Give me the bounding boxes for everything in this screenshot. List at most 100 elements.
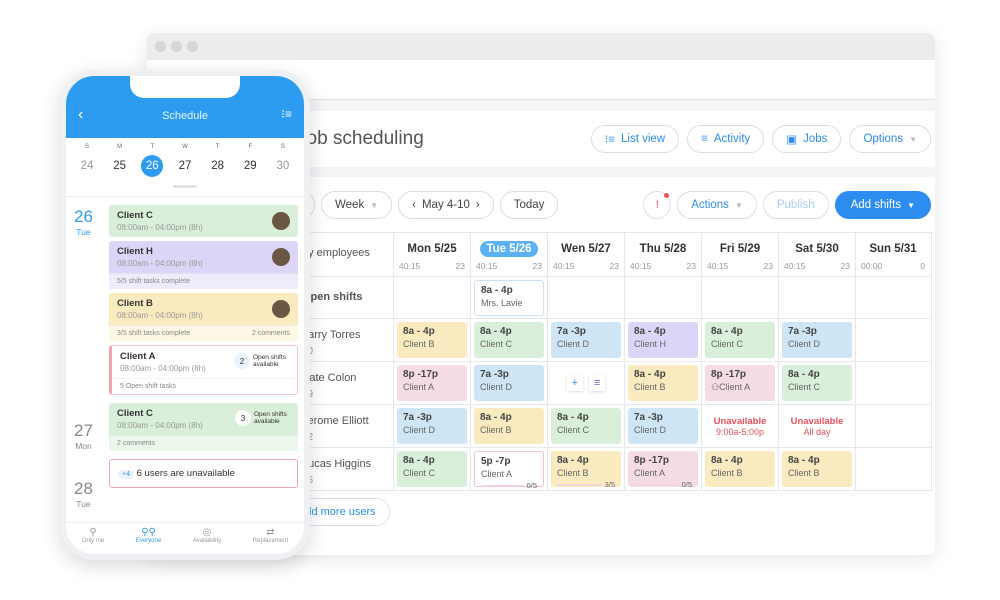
shift-block[interactable]: 8a - 4p Client C (782, 365, 852, 401)
week-day[interactable]: T 28 (205, 144, 231, 177)
week-day[interactable]: S 24 (74, 144, 100, 177)
day-header: Thu 5/28 40:15 23 (624, 233, 701, 276)
window-maximize-dot[interactable] (187, 41, 198, 52)
shift-time: 8a - 4p (557, 455, 589, 466)
shift-block[interactable]: 8a - 4p Client H (628, 322, 698, 358)
shift-block[interactable]: 7a -3p Client D (397, 408, 467, 444)
publish-button[interactable]: Publish (762, 191, 829, 219)
jobs-button[interactable]: ▣ Jobs (772, 125, 842, 153)
day-cell[interactable]: 7a -3p Client D (778, 319, 855, 361)
day-cell[interactable]: 7a -3p Client D (547, 319, 624, 361)
day-cell[interactable] (855, 405, 930, 447)
open-shift-card[interactable]: Client C 08:00am - 04:00pm (8h) 3 Open shif… (109, 403, 298, 451)
shift-block[interactable]: 8a - 4p Client B 3/5 (551, 451, 621, 489)
day-cell[interactable]: 8p -17p ⚇Client A (701, 362, 778, 404)
group-by-select[interactable]: by employees (296, 233, 393, 276)
view-select[interactable]: Week ▼ (321, 191, 393, 219)
actions-button[interactable]: Actions ▼ (677, 191, 757, 219)
day-cell[interactable]: + ≡ (547, 362, 624, 404)
shift-client: Client B (480, 425, 512, 435)
day-cell[interactable]: 8a - 4p Client B (393, 319, 470, 361)
week-day[interactable]: S 30 (270, 144, 296, 177)
week-day[interactable]: F 29 (237, 144, 263, 177)
day-cell[interactable]: 8a - 4p Client B (624, 362, 701, 404)
shift-block[interactable]: 7a -3p Client D (782, 322, 852, 358)
day-label[interactable]: Tue 5/26 (480, 241, 538, 257)
day-cell[interactable]: 8a - 4p Client B (778, 448, 855, 490)
shift-block[interactable]: 8a - 4p Client C (474, 322, 544, 358)
shift-block[interactable]: 8a - 4p Client C (705, 322, 775, 358)
open-shift-card[interactable]: Client A 08:00am - 04:00pm (8h) 2 Open shif… (109, 345, 298, 395)
shift-block[interactable]: 7a -3p Client D (628, 408, 698, 444)
shift-block[interactable]: 7a -3p Client D (474, 365, 544, 401)
day-cell[interactable] (855, 362, 930, 404)
shift-block[interactable]: 7a -3p Client D (551, 322, 621, 358)
tab-only-me[interactable]: ⚲ Only me (82, 527, 104, 554)
shift-block[interactable]: 8a - 4p Client B (474, 408, 544, 444)
day-label[interactable]: Thu 5/28 (634, 241, 693, 257)
day-cell[interactable]: Unavailable All day (778, 405, 855, 447)
options-button[interactable]: Options ▼ (849, 125, 931, 153)
today-button[interactable]: Today (499, 191, 559, 219)
shift-block[interactable]: 8p -17p ⚇Client A (705, 365, 775, 401)
shift-card[interactable]: Client C 08:00am - 04:00pm (8h) (109, 205, 298, 237)
day-label[interactable]: Mon 5/25 (401, 241, 462, 257)
day-label[interactable]: Sat 5/30 (789, 241, 844, 257)
window-minimize-dot[interactable] (171, 41, 182, 52)
chevron-left-icon[interactable]: ‹ (412, 199, 416, 211)
day-cell[interactable] (855, 319, 930, 361)
day-cell[interactable]: 7a -3p Client D (393, 405, 470, 447)
date-range-nav[interactable]: ‹ May 4-10 › (398, 191, 494, 219)
shift-block[interactable]: 8a - 4p Client B (628, 365, 698, 401)
tab-availability[interactable]: ◎ Availability (193, 527, 221, 554)
activity-button[interactable]: ≡ Activity (687, 125, 765, 153)
open-shift[interactable]: 8a - 4p Mrs. Lavie (474, 280, 544, 316)
tab-replacement[interactable]: ⇄ Replacement (253, 527, 288, 554)
day-cell[interactable]: 8a - 4p Client B 3/5 (547, 448, 624, 490)
day-cell[interactable]: 8a - 4p Client B (701, 448, 778, 490)
shift-block[interactable]: 8a - 4p Client B (397, 322, 467, 358)
unavailable-card[interactable]: +4 6 users are unavailable (109, 459, 298, 488)
shift-block[interactable]: 5p -7p Client A 0/5 (474, 451, 544, 490)
shift-card[interactable]: Client B 08:00am - 04:00pm (8h) 3/5 shift … (109, 293, 298, 341)
shift-block[interactable]: 8p -17p Client A 0/5 (628, 451, 698, 489)
window-close-dot[interactable] (155, 41, 166, 52)
week-day[interactable]: W 27 (172, 144, 198, 177)
day-cell[interactable]: 7a -3p Client D (624, 405, 701, 447)
list-view-button[interactable]: ⁝≡ List view (590, 125, 680, 153)
day-cell[interactable]: 8a - 4p Client C (547, 405, 624, 447)
day-cell[interactable]: 7a -3p Client D (470, 362, 547, 404)
chevron-right-icon[interactable]: › (476, 199, 480, 211)
day-label[interactable]: Wen 5/27 (555, 241, 617, 257)
day-cell[interactable]: 5p -7p Client A 0/5 (470, 448, 547, 490)
shift-block[interactable]: 8a - 4p Client B (782, 451, 852, 487)
add-shifts-button[interactable]: Add shifts ▼ (834, 191, 931, 219)
drag-handle[interactable] (173, 185, 197, 188)
tab-everyone[interactable]: ⚲⚲ Everyone (136, 527, 161, 554)
alert-button[interactable]: ! (643, 191, 672, 219)
day-cell[interactable]: 8p -17p Client A (393, 362, 470, 404)
day-cell[interactable] (855, 448, 930, 490)
day-cell[interactable]: 8a - 4p Client C (778, 362, 855, 404)
shift-time: 7a -3p (557, 326, 586, 337)
shift-block[interactable]: 8a - 4p Client C (551, 408, 621, 444)
week-day[interactable]: T 26 (139, 144, 165, 177)
day-cell[interactable]: 8a - 4p Client C (393, 448, 470, 490)
day-cell[interactable]: 8a - 4p Client H (624, 319, 701, 361)
shift-block[interactable]: 8p -17p Client A (397, 365, 467, 401)
day-label[interactable]: Fri 5/29 (714, 241, 766, 257)
day-cell[interactable]: Unavailable 9:00a-5:00p (701, 405, 778, 447)
shift-list-icon[interactable]: ≡ (589, 375, 606, 391)
day-label[interactable]: Sun 5/31 (863, 241, 922, 257)
shift-block[interactable]: 8a - 4p Client B (705, 451, 775, 487)
day-cell[interactable]: 8a - 4p Client C (470, 319, 547, 361)
list-filter-icon[interactable]: ⁝≡ (281, 107, 292, 121)
shift-card[interactable]: Client H 08:00am - 04:00pm (8h) 5/5 shift … (109, 241, 298, 289)
shift-block[interactable]: 8a - 4p Client C (397, 451, 467, 487)
unavailable-block: Unavailable All day (782, 408, 852, 437)
add-shift-icon[interactable]: + (566, 375, 583, 391)
day-cell[interactable]: 8a - 4p Client B (470, 405, 547, 447)
day-cell[interactable]: 8a - 4p Client C (701, 319, 778, 361)
day-cell[interactable]: 8p -17p Client A 0/5 (624, 448, 701, 490)
week-day[interactable]: M 25 (107, 144, 133, 177)
